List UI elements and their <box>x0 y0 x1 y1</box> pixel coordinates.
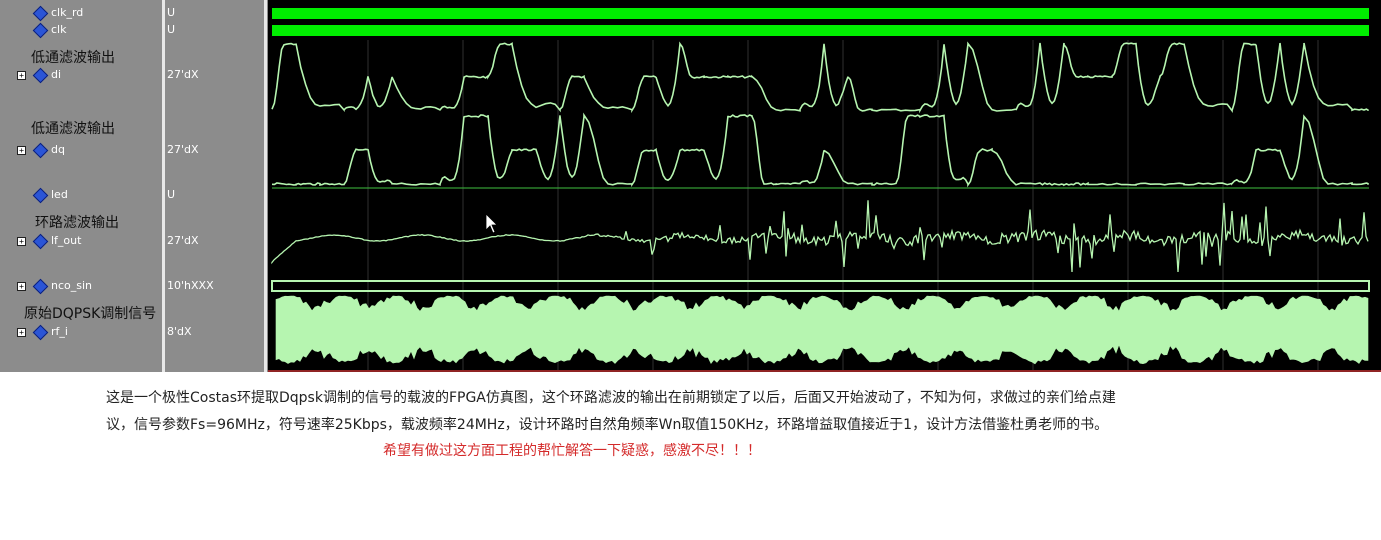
di-waveform <box>271 41 1369 114</box>
signal-diamond-icon <box>32 22 49 39</box>
signal-diamond-icon <box>32 142 49 159</box>
signal-diamond-icon <box>32 67 49 84</box>
lf-out-waveform <box>271 200 1369 273</box>
signal-name: rf_i <box>51 325 68 338</box>
question-text-plea: 希望有做过这方面工程的帮忙解答一下疑惑，感激不尽！！！ <box>383 443 761 459</box>
expand-plus-icon[interactable]: + <box>17 146 26 155</box>
signal-row-nco-sin[interactable]: + nco_sin <box>0 278 162 295</box>
signal-name: lf_out <box>51 234 82 247</box>
signal-row-di[interactable]: + di <box>0 67 162 84</box>
signal-diamond-icon <box>32 233 49 250</box>
mouse-cursor-icon <box>485 213 498 234</box>
signal-name: clk_rd <box>51 6 84 19</box>
column-splitter[interactable] <box>264 0 267 372</box>
signal-diamond-icon <box>32 187 49 204</box>
signal-value: U <box>167 188 176 201</box>
signal-row-rf-i[interactable]: + rf_i <box>0 324 162 341</box>
signal-name: di <box>51 68 62 81</box>
waveform-canvas[interactable] <box>268 0 1381 372</box>
question-text-line-2: 议，信号参数Fs=96MHz，符号速率25Kbps，载波频率24MHz，设计环路… <box>106 417 1109 433</box>
signal-value: 27'dX <box>167 234 199 247</box>
signal-value-column: U U 27'dX 27'dX U 27'dX 10'hXXX 8'dX <box>165 0 264 372</box>
clk-waveform <box>272 25 1369 36</box>
divider-label: 原始DQPSK调制信号 <box>24 306 157 322</box>
signal-value: 27'dX <box>167 68 199 81</box>
clk-rd-waveform <box>272 8 1369 19</box>
signal-name: dq <box>51 143 65 156</box>
signal-row-clk[interactable]: clk <box>0 22 162 39</box>
signal-diamond-icon <box>32 324 49 341</box>
signal-name: clk <box>51 23 67 36</box>
waveform-viewer: 低通滤波输出 低通滤波输出 环路滤波输出 原始DQPSK调制信号 clk_rd … <box>0 0 1381 372</box>
expand-plus-icon[interactable]: + <box>17 328 26 337</box>
waveform-area[interactable] <box>268 0 1381 372</box>
divider-label: 低通滤波输出 <box>31 50 115 66</box>
rf-i-waveform <box>275 295 1369 365</box>
expand-plus-icon[interactable]: + <box>17 71 26 80</box>
signal-value: 27'dX <box>167 143 199 156</box>
signal-value: U <box>167 6 176 19</box>
signal-value: U <box>167 23 176 36</box>
signal-row-clk-rd[interactable]: clk_rd <box>0 5 162 22</box>
signal-row-dq[interactable]: + dq <box>0 142 162 159</box>
signal-value: 10'hXXX <box>167 279 214 292</box>
signal-value: 8'dX <box>167 325 192 338</box>
expand-plus-icon[interactable]: + <box>17 282 26 291</box>
signal-name: nco_sin <box>51 279 93 292</box>
divider-label: 环路滤波输出 <box>35 215 119 231</box>
question-text-line-1: 这是一个极性Costas环提取Dqpsk调制的信号的载波的FPGA仿真图，这个环… <box>106 390 1116 406</box>
expand-plus-icon[interactable]: + <box>17 237 26 246</box>
nco-sin-waveform <box>271 280 1370 292</box>
signal-name: led <box>51 188 68 201</box>
signal-row-lf-out[interactable]: + lf_out <box>0 233 162 250</box>
signal-diamond-icon <box>32 5 49 22</box>
signal-diamond-icon <box>32 278 49 295</box>
signal-name-column: 低通滤波输出 低通滤波输出 环路滤波输出 原始DQPSK调制信号 clk_rd … <box>0 0 162 372</box>
signal-row-led[interactable]: led <box>0 187 162 204</box>
divider-label: 低通滤波输出 <box>31 121 115 137</box>
dq-waveform <box>271 112 1369 188</box>
